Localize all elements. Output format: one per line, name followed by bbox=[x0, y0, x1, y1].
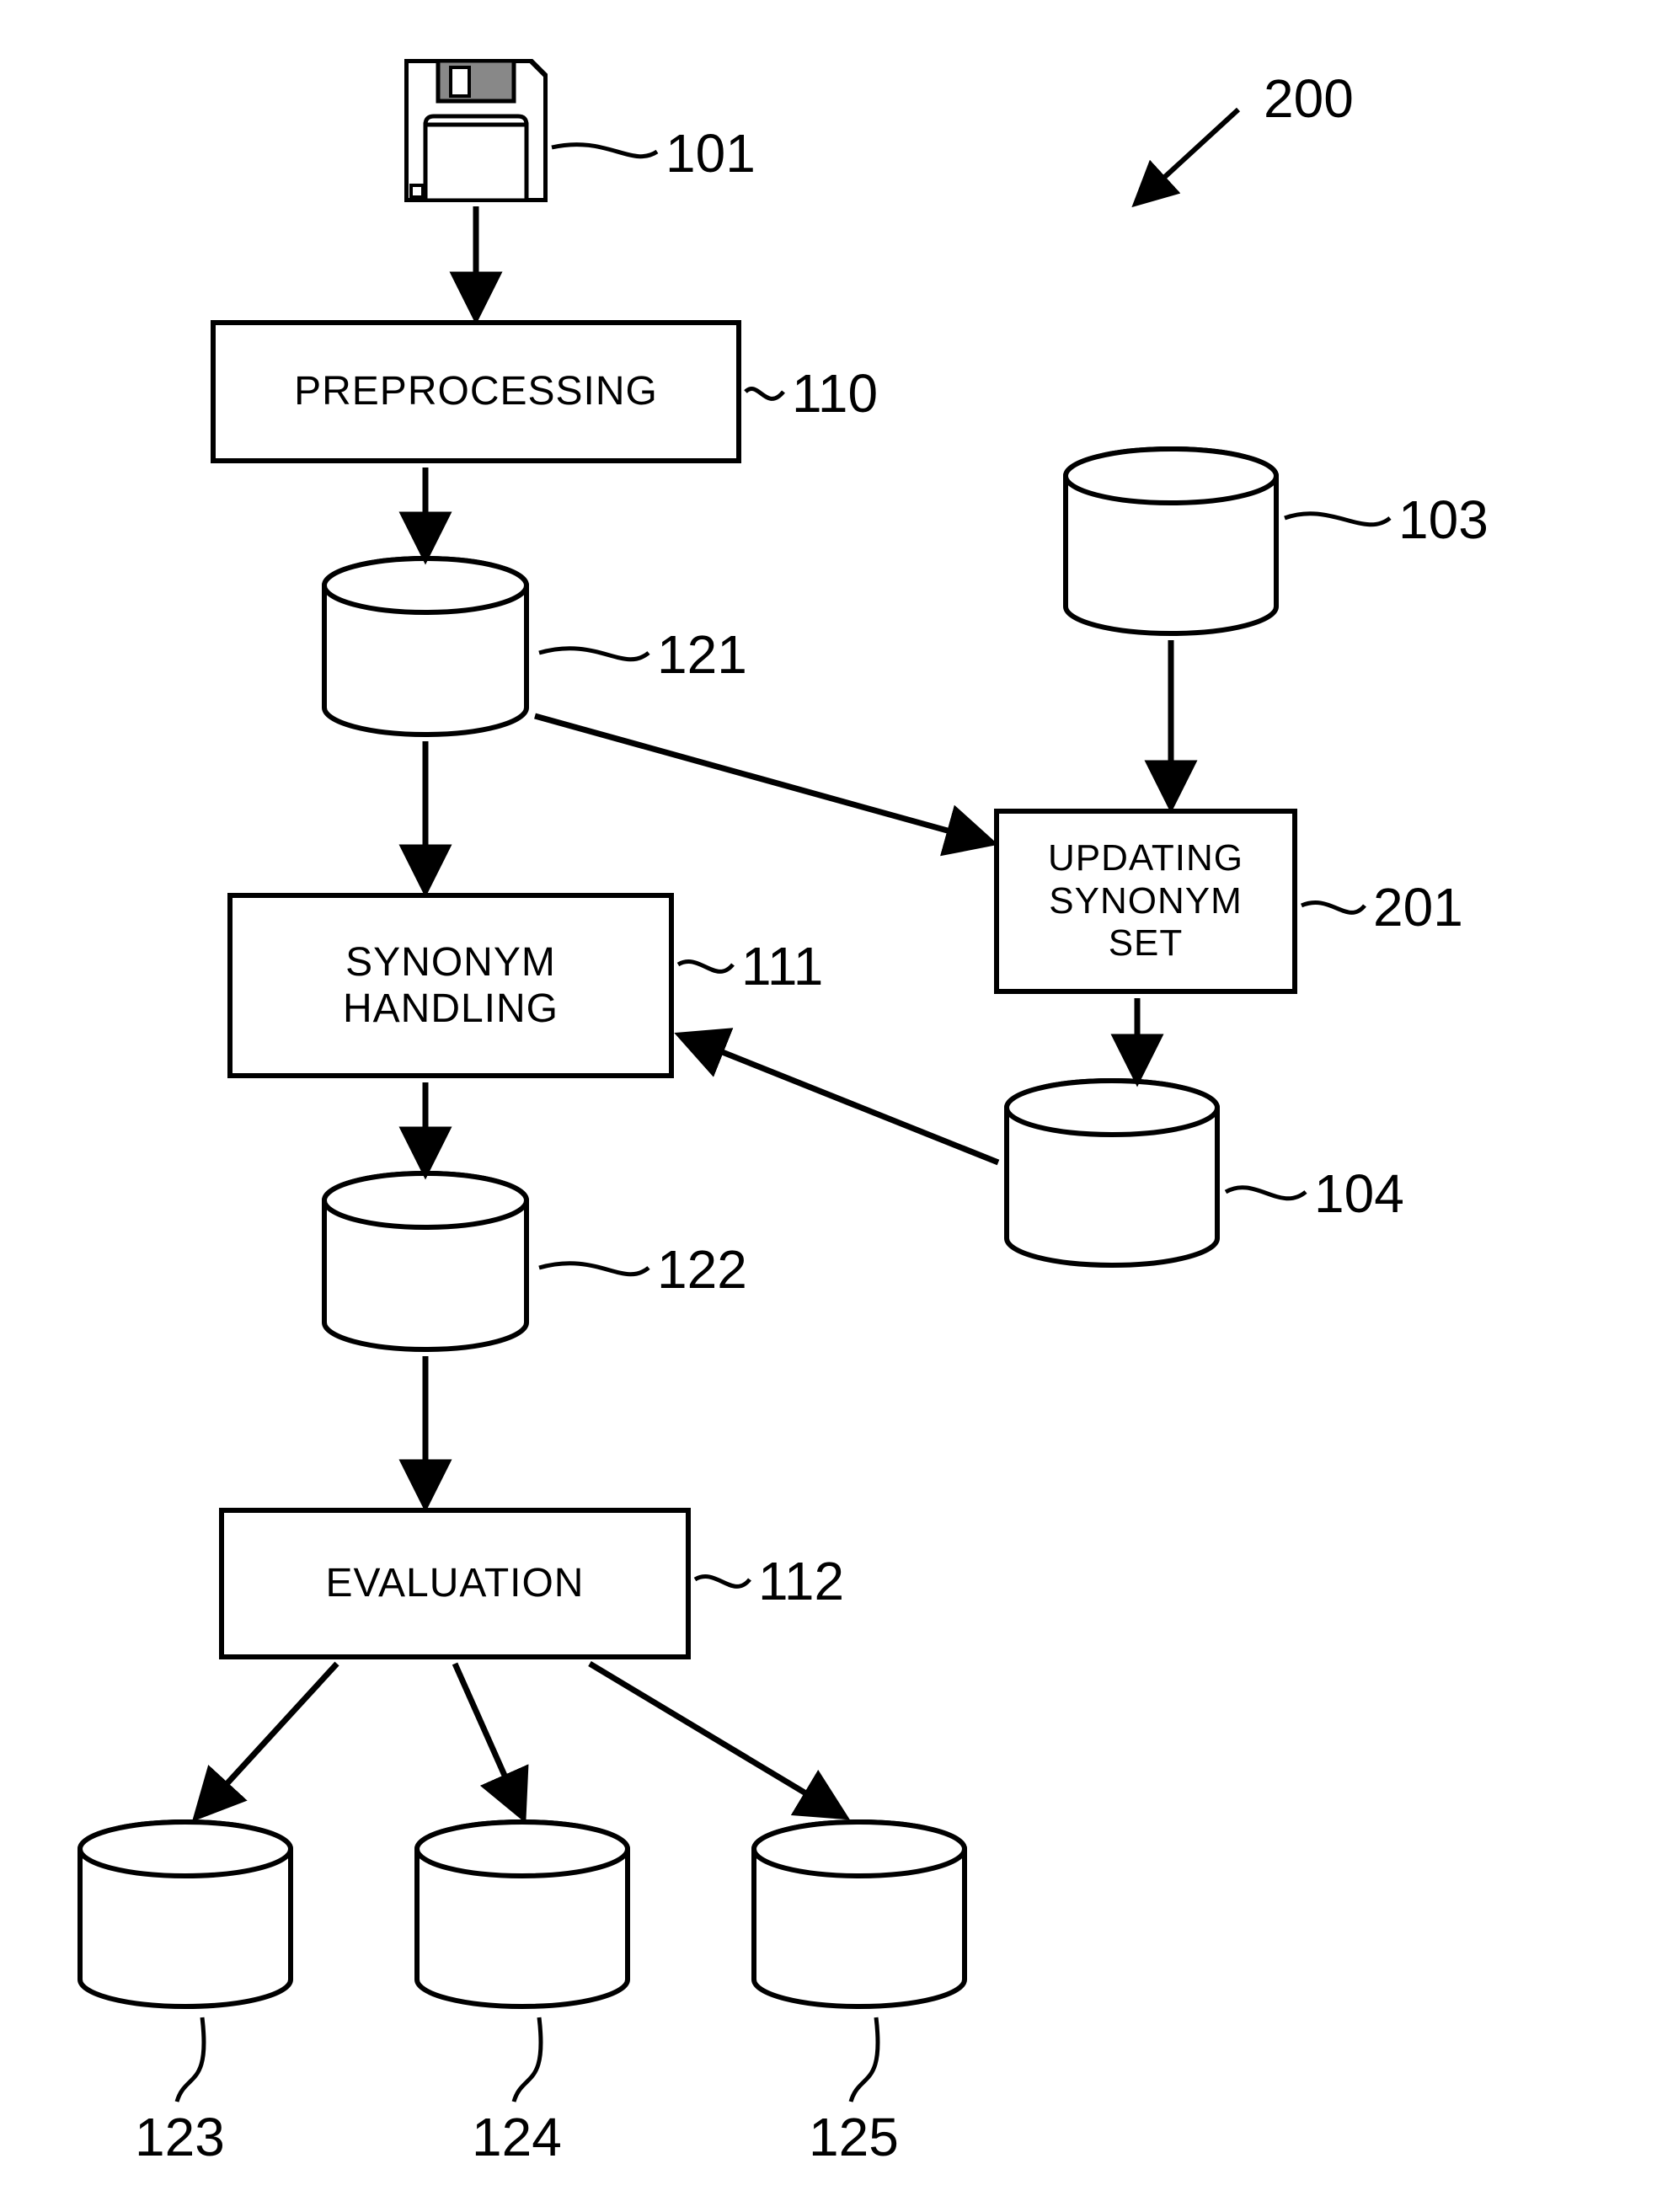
ref-112: 112 bbox=[758, 1550, 844, 1612]
db-124 bbox=[413, 1819, 632, 2013]
ref-121: 121 bbox=[657, 623, 747, 686]
evaluation-box: EVALUATION bbox=[219, 1508, 691, 1659]
ref-101: 101 bbox=[665, 122, 756, 184]
evaluation-label: EVALUATION bbox=[326, 1560, 585, 1606]
ref-111: 111 bbox=[741, 935, 823, 997]
preprocessing-box: PREPROCESSING bbox=[211, 320, 741, 463]
synonym-handling-box: SYNONYM HANDLING bbox=[227, 893, 674, 1078]
ref-104: 104 bbox=[1314, 1162, 1404, 1225]
updating-synonym-set-label: UPDATING SYNONYM SET bbox=[1048, 837, 1243, 965]
db-103 bbox=[1061, 446, 1280, 640]
synonym-handling-label: SYNONYM HANDLING bbox=[343, 939, 559, 1032]
preprocessing-label: PREPROCESSING bbox=[294, 368, 658, 414]
ref-122: 122 bbox=[657, 1238, 747, 1301]
db-121 bbox=[320, 556, 531, 741]
ref-123: 123 bbox=[135, 2106, 225, 2168]
floppy-disk-icon bbox=[404, 59, 548, 202]
ref-110: 110 bbox=[792, 362, 878, 425]
ref-124: 124 bbox=[472, 2106, 562, 2168]
db-125 bbox=[750, 1819, 969, 2013]
db-123 bbox=[76, 1819, 295, 2013]
updating-synonym-set-box: UPDATING SYNONYM SET bbox=[994, 809, 1297, 994]
ref-201: 201 bbox=[1373, 876, 1463, 938]
ref-103: 103 bbox=[1398, 489, 1489, 551]
ref-125: 125 bbox=[809, 2106, 899, 2168]
diagram-canvas: PREPROCESSING SYNONYM HANDLING EVALUATIO… bbox=[0, 0, 1657, 2212]
ref-200: 200 bbox=[1264, 67, 1354, 130]
db-104 bbox=[1002, 1078, 1221, 1272]
db-122 bbox=[320, 1171, 531, 1356]
